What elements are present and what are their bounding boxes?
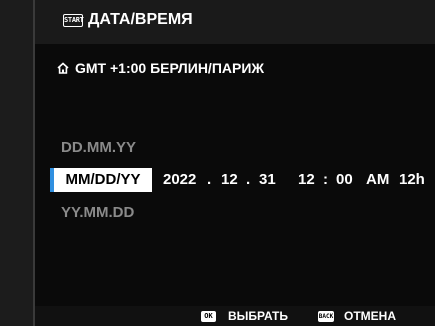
main-panel [35,0,435,326]
date-format-option-ddmmyy[interactable]: DD.MM.YY [61,138,136,158]
date-format-option-mmddyy[interactable]: MM/DD/YY [54,168,152,192]
start-badge: START [63,14,84,27]
date-separator-1: . [207,171,212,188]
ampm-field[interactable]: AM [366,168,389,192]
page-title: ДАТА/ВРЕМЯ [88,11,193,28]
day-field[interactable]: 31 [259,168,276,192]
left-side-strip [0,0,34,326]
date-separator-2: . [246,171,251,188]
ok-key-icon: OK [201,311,216,322]
month-field[interactable]: 12 [221,168,238,192]
time-separator: : [323,171,328,188]
home-icon [57,62,69,74]
clock-format-field[interactable]: 12h [399,168,425,192]
hour-field[interactable]: 12 [298,168,315,192]
cancel-label[interactable]: ОТМЕНА [344,308,396,324]
timezone-label: GMT +1:00 БЕРЛИН/ПАРИЖ [75,60,265,76]
date-format-option-yymmdd[interactable]: YY.MM.DD [61,203,134,223]
timezone-row[interactable]: GMT +1:00 БЕРЛИН/ПАРИЖ [57,58,264,78]
back-key-icon: BACK [318,311,334,322]
minute-field[interactable]: 00 [336,168,353,192]
year-field[interactable]: 2022 [163,168,196,192]
select-label[interactable]: ВЫБРАТЬ [228,308,288,324]
